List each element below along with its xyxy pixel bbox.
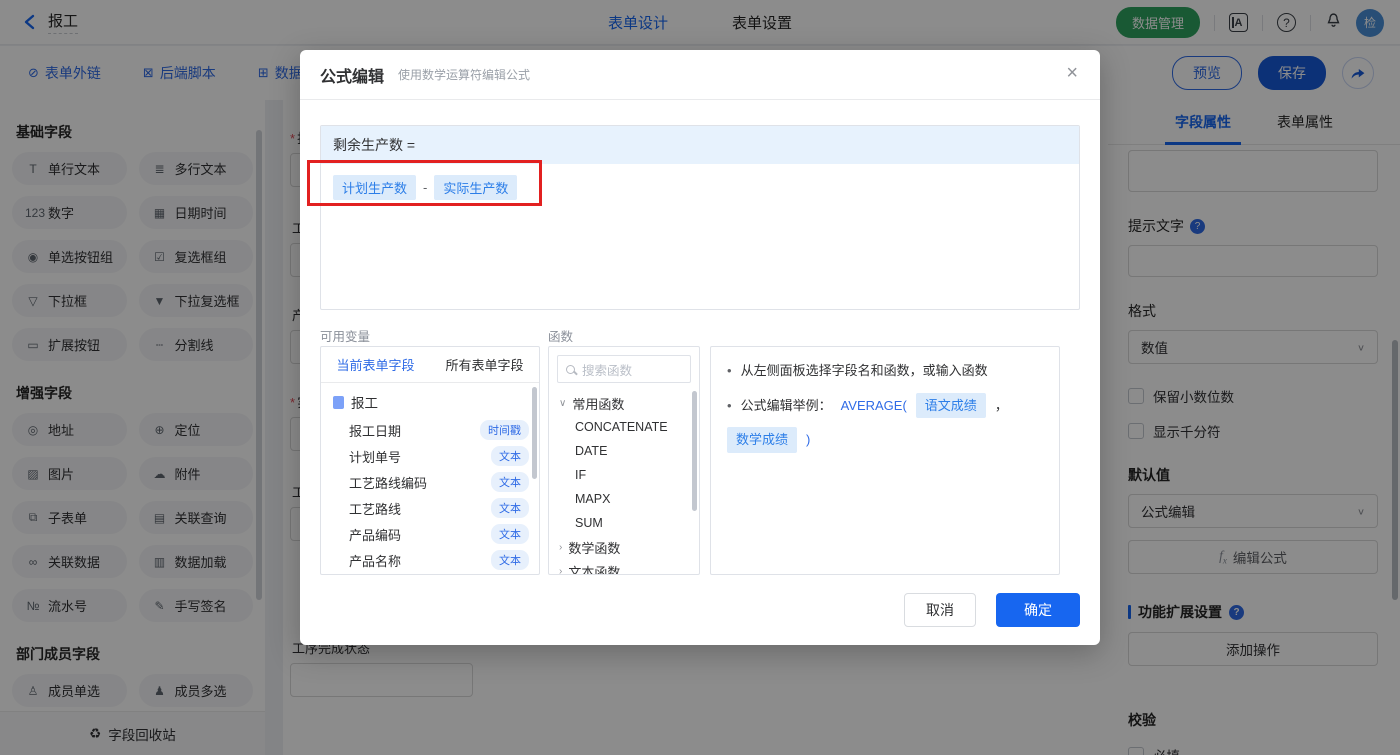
variable-item[interactable]: 产品名称 文本 <box>321 547 539 573</box>
function-item[interactable]: IF <box>549 463 699 487</box>
bullet: • <box>727 397 732 413</box>
formula-token-actual[interactable]: 实际生产数 <box>434 175 518 200</box>
cancel-button[interactable]: 取消 <box>904 593 976 627</box>
tab-all-form-fields[interactable]: 所有表单字段 <box>430 347 539 382</box>
chevron-down-icon: ∨ <box>559 397 567 409</box>
form-tree-root[interactable]: 报工 <box>321 387 539 417</box>
variables-label: 可用变量 <box>320 330 371 344</box>
type-badge: 文本 <box>491 524 529 544</box>
modal-title: 公式编辑 <box>320 68 385 86</box>
modal-subtitle: 使用数学运算符编辑公式 <box>398 68 531 82</box>
type-badge: 时间戳 <box>480 420 529 440</box>
bullet: • <box>727 363 732 378</box>
example-arg-chip: 数学成绩 <box>727 427 798 453</box>
function-group-text[interactable]: › 文本函数 <box>549 559 699 575</box>
function-item[interactable]: SUM <box>549 511 699 535</box>
chevron-right-icon: › <box>559 541 563 553</box>
variables-scrollbar[interactable] <box>532 387 537 479</box>
type-badge: 文本 <box>491 472 529 492</box>
function-item[interactable]: CONCATENATE <box>549 415 699 439</box>
functions-scrollbar[interactable] <box>692 391 697 511</box>
function-group-math[interactable]: › 数学函数 <box>549 535 699 559</box>
function-item[interactable]: MAPX <box>549 487 699 511</box>
variable-item[interactable]: 计划单号 文本 <box>321 443 539 469</box>
functions-panel: 搜索函数 ∨ 常用函数 CONCATENATE DATE IF MAPX SUM… <box>548 346 700 575</box>
type-badge: 文本 <box>491 446 529 466</box>
variable-item[interactable]: 工艺路线 文本 <box>321 495 539 521</box>
type-badge: 文本 <box>491 550 529 570</box>
example-arg-chip: 语文成绩 <box>915 392 986 418</box>
example-function: AVERAGE( <box>840 397 907 413</box>
formula-token-planned[interactable]: 计划生产数 <box>333 175 417 200</box>
formula-editor-area[interactable]: 剩余生产数 = 计划生产数 - 实际生产数 <box>320 125 1080 310</box>
variable-item[interactable]: 产品编码 文本 <box>321 521 539 547</box>
chevron-right-icon: › <box>559 565 563 575</box>
tab-current-form-fields[interactable]: 当前表单字段 <box>321 347 430 382</box>
function-item[interactable]: DATE <box>549 439 699 463</box>
search-placeholder: 搜索函数 <box>582 363 633 378</box>
functions-label: 函数 <box>548 330 574 344</box>
variables-panel: 当前表单字段 所有表单字段 报工 报工日期 时间戳 计划单号 文本 工艺路线编码… <box>320 346 540 575</box>
formula-operator: - <box>423 180 428 195</box>
formula-editor-modal: 公式编辑 使用数学运算符编辑公式 × 剩余生产数 = 计划生产数 - 实际生产数… <box>300 50 1100 645</box>
example-comma: ， <box>994 397 1008 413</box>
variable-item[interactable]: 工艺路线编码 文本 <box>321 469 539 495</box>
formula-target: 剩余生产数 = <box>321 126 1079 164</box>
form-icon <box>333 395 344 409</box>
function-group-common[interactable]: ∨ 常用函数 <box>549 391 699 415</box>
search-icon <box>566 364 575 374</box>
example-function-close: ) <box>806 432 811 447</box>
close-icon[interactable]: × <box>1066 62 1078 85</box>
type-badge: 文本 <box>491 498 529 518</box>
help-text-2: 公式编辑举例： <box>740 397 832 413</box>
help-text-1: 从左侧面板选择字段名和函数，或输入函数 <box>740 363 988 378</box>
function-search-input[interactable]: 搜索函数 <box>557 355 691 383</box>
variable-item[interactable]: 报工日期 时间戳 <box>321 417 539 443</box>
help-panel: • 从左侧面板选择字段名和函数，或输入函数 • 公式编辑举例： AVERAGE(… <box>710 346 1060 575</box>
confirm-button[interactable]: 确定 <box>996 593 1080 627</box>
